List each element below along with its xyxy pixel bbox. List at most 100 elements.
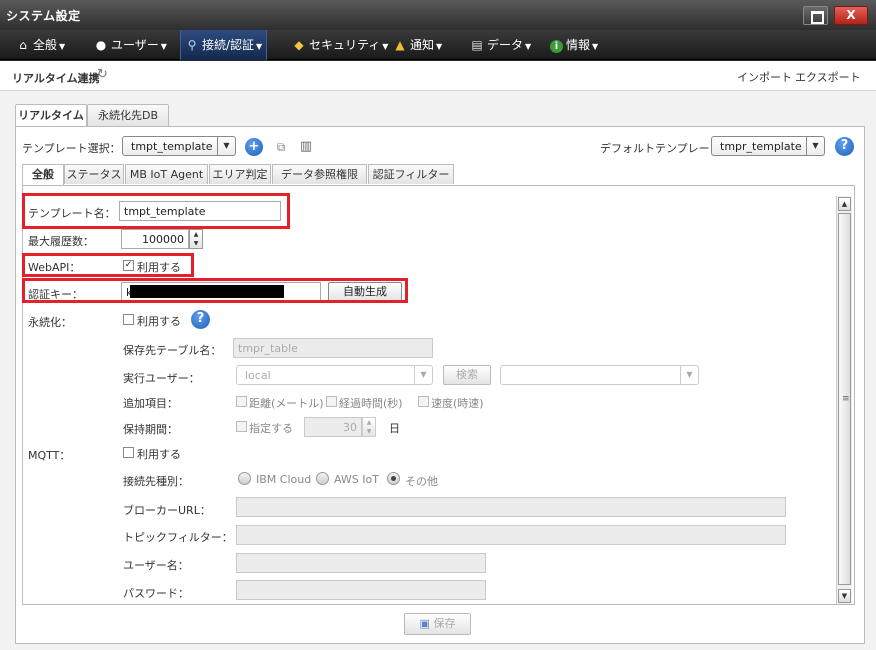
chevron-down-icon: ▼ [436,42,443,51]
shield-icon: ◆ [294,38,304,52]
menu-info[interactable]: i 情報 ▼ [550,30,598,60]
scroll-down-icon[interactable]: ▼ [838,589,851,603]
speed-checkbox[interactable] [418,396,429,407]
max-history-stepper[interactable]: ▲ ▼ [189,229,203,249]
elapsed-label: 経過時間(秒) [339,397,403,410]
subtab-auth-filter[interactable]: 認証フィルター [368,164,454,184]
highlight-auth-key [22,278,408,303]
default-template-select[interactable]: tmpr_template ▼ [711,136,825,156]
radio-aws-iot[interactable] [316,472,329,485]
menu-general[interactable]: ⌂ 全般 ▼ [16,30,65,60]
username-input[interactable] [236,553,486,573]
elapsed-checkbox[interactable] [326,396,337,407]
subtab-area[interactable]: エリア判定 [209,164,271,184]
menu-notification[interactable]: ▲ 通知 ▼ [393,30,442,60]
form-scrollbar[interactable]: ▲ ≡ ▼ [836,196,852,604]
dest-type-label: 接続先種別： [123,475,189,488]
radio-other[interactable] [387,472,400,485]
chevron-down-icon: ▼ [680,366,698,384]
chevron-down-icon: ▼ [59,42,66,51]
distance-checkbox[interactable] [236,396,247,407]
menu-users[interactable]: ● ユーザー ▼ [94,30,167,60]
radio-ibm-cloud-label: IBM Cloud [256,473,312,486]
default-template-label: デフォルトテンプレート [600,142,721,155]
scroll-thumb[interactable]: ≡ [838,213,851,585]
save-button[interactable]: ▣ 保存 [404,613,471,635]
persist-label: 永続化： [28,316,72,329]
subtab-status[interactable]: ステータス [64,164,124,184]
distance-label: 距離(メートル) [249,397,324,410]
chevron-down-icon: ▼ [414,366,432,384]
plug-icon: ⚲ [187,38,197,52]
retention-label: 保持期間： [123,423,178,436]
subtab-mb-iot-agent[interactable]: MB IoT Agent [125,164,208,184]
info-icon: i [550,40,563,53]
max-history-label: 最大履歴数： [28,235,94,248]
import-link[interactable]: インポート [737,69,792,85]
chevron-down-icon: ▼ [382,42,389,51]
trash-icon[interactable]: ▥ [297,138,315,156]
radio-other-label: その他 [405,475,438,488]
extra-items-label: 追加項目： [123,397,178,410]
retention-checkbox[interactable] [236,421,247,432]
exec-user-detail-select[interactable]: ▼ [500,365,699,385]
username-label: ユーザー名： [123,559,189,572]
home-icon: ⌂ [19,38,27,52]
subtab-data-permission[interactable]: データ参照権限 [272,164,367,184]
user-icon: ● [95,38,107,52]
chevron-down-icon: ▼ [160,42,167,51]
export-link[interactable]: エクスポート [795,69,861,85]
chevron-down-icon: ▼ [592,42,599,51]
password-label: パスワード： [123,587,189,600]
max-history-input[interactable]: 100000 [121,229,189,249]
menu-security[interactable]: ◆ セキュリティ ▼ [292,30,388,60]
persist-checkbox[interactable] [123,314,134,325]
menu-data[interactable]: ▤ データ ▼ [470,30,531,60]
refresh-icon[interactable]: ↻ [97,67,108,82]
chevron-down-icon: ▼ [525,42,532,51]
floppy-icon: ▣ [419,617,430,630]
template-select[interactable]: tmpt_template ▼ [122,136,236,156]
help-icon[interactable]: ? [191,310,210,329]
bell-icon: ▲ [395,38,405,52]
tab-realtime[interactable]: リアルタイム [15,104,87,127]
exec-user-label: 実行ユーザー： [123,372,200,385]
maximize-button[interactable] [803,6,828,25]
speed-label: 速度(時速) [431,397,484,410]
mqtt-label: MQTT： [28,449,71,462]
broker-url-label: ブローカーURL： [123,504,211,517]
menu-bar: ⌂ 全般 ▼ ● ユーザー ▼ ⚲ 接続/認証 ▼ ◆ セキュリティ ▼ ▲ 通知 ▼ ▤ データ ▼ … [0,30,876,60]
template-select-label: テンプレート選択： [22,142,121,155]
page-title: リアルタイム連携 [12,72,100,85]
copy-template-icon[interactable]: ⧉ [272,138,290,156]
topic-filter-label: トピックフィルター： [123,531,233,544]
table-name-label: 保存先テーブル名： [123,344,222,357]
retention-stepper[interactable]: ▲ ▼ [362,417,376,437]
add-template-button[interactable]: + [245,138,263,156]
page-header: リアルタイム連携 ↻ インポート エクスポート [0,61,876,91]
chevron-down-icon: ▼ [217,137,235,155]
tab-persistence-db[interactable]: 永続化先DB [87,104,169,126]
broker-url-input[interactable] [236,497,786,517]
exec-user-select[interactable]: local ▼ [236,365,433,385]
help-icon[interactable]: ? [835,137,854,156]
copy-icon: ▤ [471,38,483,52]
close-button[interactable]: X [834,6,868,25]
highlight-template-name [22,193,290,229]
window-title: システム設定 [6,9,81,23]
chevron-down-icon: ▼ [256,42,263,51]
mqtt-checkbox[interactable] [123,447,134,458]
menu-connection-auth[interactable]: ⚲ 接続/認証 ▼ [180,30,268,60]
subtab-general[interactable]: 全般 [22,164,64,185]
window-titlebar: システム設定 X [0,0,876,30]
mqtt-check-label: 利用する [137,448,181,461]
password-input[interactable] [236,580,486,600]
topic-filter-input[interactable] [236,525,786,545]
radio-aws-iot-label: AWS IoT [334,473,379,486]
retention-days-input[interactable]: 30 [304,417,362,437]
scroll-up-icon[interactable]: ▲ [838,197,851,211]
highlight-webapi [22,253,194,277]
search-button[interactable]: 検索 [443,365,491,385]
table-name-input[interactable]: tmpr_table [233,338,433,358]
radio-ibm-cloud[interactable] [238,472,251,485]
